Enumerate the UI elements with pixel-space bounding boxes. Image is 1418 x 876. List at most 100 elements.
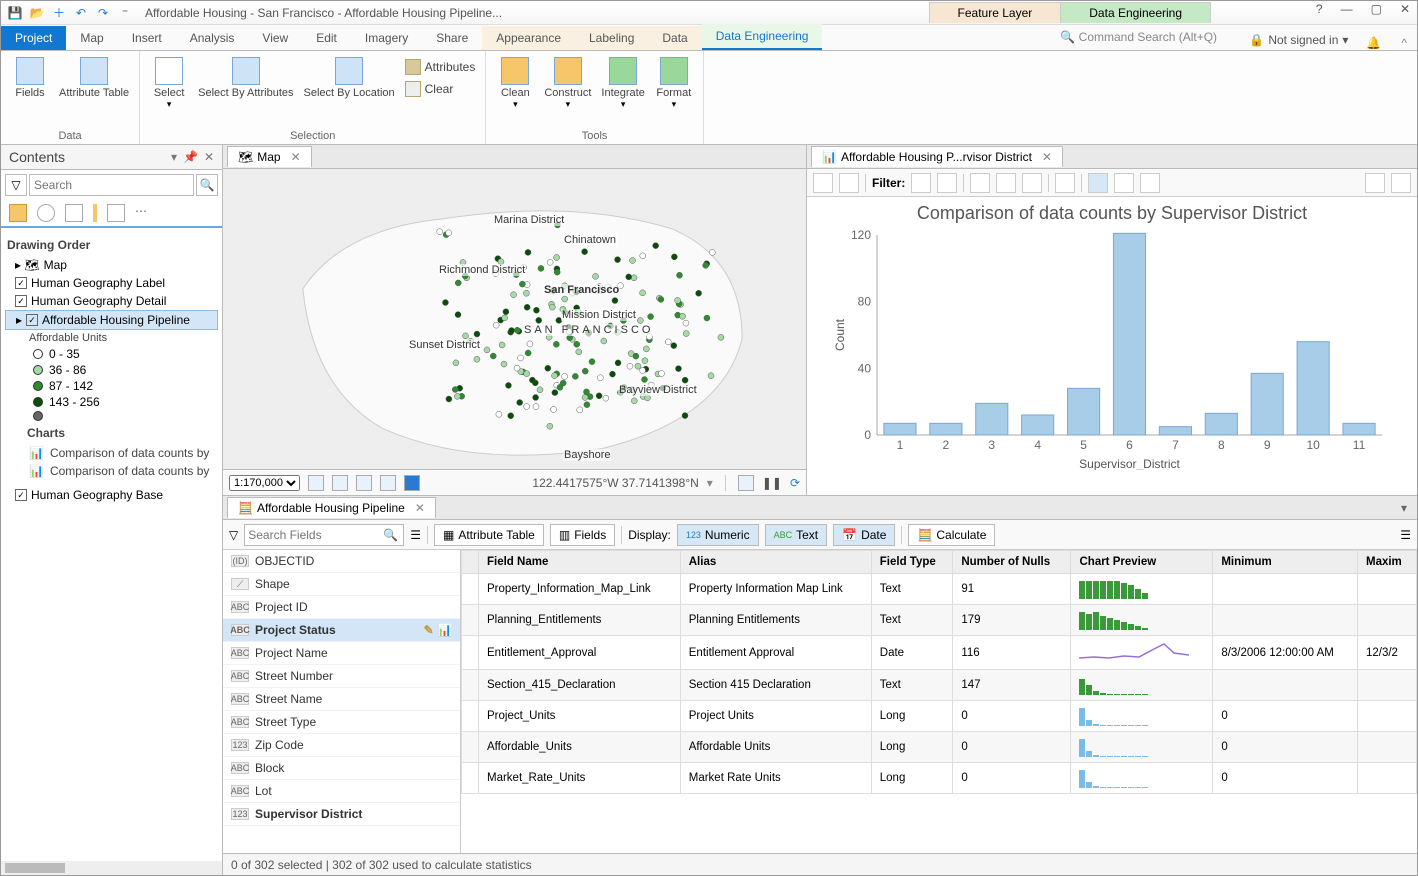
map-canvas[interactable]: Marina District Chinatown Richmond Distr…	[223, 169, 806, 469]
field-list-row[interactable]: ⟋Shape	[223, 573, 460, 596]
tb-icon[interactable]	[1022, 173, 1042, 193]
map-scale-select[interactable]: 1:170,000	[229, 475, 300, 491]
de-menu-icon[interactable]: ▾	[1395, 501, 1413, 515]
full-extent-icon[interactable]	[1140, 173, 1160, 193]
minimize-icon[interactable]: —	[1341, 2, 1353, 16]
field-list-row[interactable]: ABCProject ID	[223, 596, 460, 619]
select-by-attributes-button[interactable]: Select By Attributes	[196, 55, 295, 128]
list-by-source-icon[interactable]	[37, 204, 55, 222]
select-by-location-button[interactable]: Select By Location	[302, 55, 397, 128]
open-icon[interactable]: 📂	[29, 5, 45, 21]
clear-button[interactable]: Clear	[403, 79, 478, 99]
column-header[interactable]: Maxim	[1357, 551, 1416, 574]
column-header[interactable]: Field Name	[479, 551, 681, 574]
export-icon[interactable]	[813, 173, 833, 193]
toc-map[interactable]: ▸ 🗺 Map	[5, 256, 218, 274]
toc-layer[interactable]: ✓Human Geography Detail	[5, 292, 218, 310]
snap-icon[interactable]	[738, 475, 754, 491]
list-by-selection-icon[interactable]	[65, 204, 83, 222]
pin-icon[interactable]: 📌	[183, 150, 198, 164]
table-row[interactable]: Property_Information_Map_LinkProperty In…	[462, 574, 1417, 605]
more-icon[interactable]: ⋯	[135, 204, 147, 222]
table-row[interactable]: Planning_EntitlementsPlanning Entitlemen…	[462, 605, 1417, 636]
calculate-button[interactable]: 🧮 Calculate	[908, 524, 995, 546]
field-list-row[interactable]: ABCLot	[223, 780, 460, 803]
select-tool-icon[interactable]	[1088, 173, 1108, 193]
filter-selection-icon[interactable]	[937, 173, 957, 193]
tab-map[interactable]: Map	[66, 26, 117, 50]
tb-icon[interactable]	[1055, 173, 1075, 193]
field-list-row[interactable]: ABCStreet Type	[223, 711, 460, 734]
contents-search-input[interactable]	[29, 174, 194, 196]
text-toggle[interactable]: ABCText	[765, 524, 828, 546]
pause-icon[interactable]: ❚❚	[762, 476, 782, 490]
field-list-row[interactable]: ABCStreet Number	[223, 665, 460, 688]
ribbon-collapse-icon[interactable]: ^	[1391, 36, 1417, 50]
close-tab-icon[interactable]: ✕	[291, 150, 301, 164]
field-list-row[interactable]: 123Supervisor District	[223, 803, 460, 826]
dropdown-icon[interactable]: ▾	[171, 150, 177, 164]
chart-item[interactable]: 📊Comparison of data counts by	[5, 462, 218, 480]
contents-hscroll[interactable]	[1, 861, 222, 875]
close-pane-icon[interactable]: ✕	[204, 150, 214, 164]
construct-button[interactable]: Construct▾	[542, 55, 593, 128]
fields-button[interactable]: Fields	[9, 55, 51, 128]
search-fields-input[interactable]	[244, 524, 404, 546]
close-tab-icon[interactable]: ✕	[415, 501, 425, 515]
column-header[interactable]: Number of Nulls	[953, 551, 1071, 574]
tb-icon[interactable]	[970, 173, 990, 193]
chart-item[interactable]: 📊Comparison of data counts by	[5, 444, 218, 462]
field-list-row[interactable]: ABCBlock	[223, 757, 460, 780]
new-icon[interactable]: ＋	[51, 5, 67, 21]
table-row[interactable]: Market_Rate_UnitsMarket Rate UnitsLong00	[462, 763, 1417, 794]
nav-icon[interactable]	[380, 475, 396, 491]
column-header[interactable]: Alias	[680, 551, 871, 574]
list-by-editing-icon[interactable]	[93, 204, 97, 222]
toc-layer[interactable]: ✓Human Geography Label	[5, 274, 218, 292]
chart-view-tab[interactable]: 📊 Affordable Housing P...rvisor District…	[811, 146, 1063, 167]
table-row[interactable]: Entitlement_ApprovalEntitlement Approval…	[462, 636, 1417, 670]
close-icon[interactable]: ✕	[1400, 2, 1410, 16]
refresh-icon[interactable]: ⟳	[790, 476, 800, 490]
tab-view[interactable]: View	[248, 26, 302, 50]
tab-analysis[interactable]: Analysis	[176, 26, 249, 50]
tab-labeling[interactable]: Labeling	[575, 26, 648, 50]
column-header[interactable]: Field Type	[871, 551, 953, 574]
nav-icon[interactable]	[332, 475, 348, 491]
filter-icon[interactable]: ▽	[5, 174, 27, 196]
field-list-row[interactable]: 123Zip Code	[223, 734, 460, 757]
de-view-tab[interactable]: 🧮 Affordable Housing Pipeline✕	[227, 497, 436, 518]
numeric-toggle[interactable]: 123Numeric	[677, 524, 759, 546]
attributes-button[interactable]: Attributes	[403, 57, 478, 77]
select-button[interactable]: Select▾	[148, 55, 190, 128]
list-by-drawing-order-icon[interactable]	[9, 204, 27, 222]
field-list-row[interactable]: ABCProject Name	[223, 642, 460, 665]
maximize-icon[interactable]: ▢	[1371, 2, 1382, 16]
tab-data-engineering[interactable]: Data Engineering	[702, 24, 823, 50]
table-row[interactable]: Affordable_UnitsAffordable UnitsLong00	[462, 732, 1417, 763]
filter-icon[interactable]: ▽	[229, 528, 238, 542]
clean-button[interactable]: Clean▾	[494, 55, 536, 128]
properties-icon[interactable]	[1391, 173, 1411, 193]
integrate-button[interactable]: Integrate▾	[599, 55, 646, 128]
field-list-row[interactable]: ABCProject Status✎ 📊	[223, 619, 460, 642]
menu-icon[interactable]: ☰	[410, 528, 421, 542]
context-tab-data-eng[interactable]: Data Engineering	[1060, 2, 1211, 23]
search-icon[interactable]: 🔍	[196, 174, 218, 196]
tab-data[interactable]: Data	[648, 26, 701, 50]
notifications-icon[interactable]: 🔔	[1356, 36, 1391, 50]
fields-button[interactable]: ▥ Fields	[550, 524, 615, 546]
toc-basemap[interactable]: ✓Human Geography Base	[5, 486, 218, 504]
table-row[interactable]: Section_415_DeclarationSection 415 Decla…	[462, 670, 1417, 701]
attribute-table-button[interactable]: ▦ Attribute Table	[434, 524, 544, 546]
nav-icon[interactable]	[308, 475, 324, 491]
context-tab-feature[interactable]: Feature Layer	[929, 2, 1062, 23]
chart-type-icon[interactable]	[839, 173, 859, 193]
tab-imagery[interactable]: Imagery	[351, 26, 422, 50]
undo-icon[interactable]: ↶	[73, 5, 89, 21]
close-tab-icon[interactable]: ✕	[1042, 150, 1052, 164]
redo-icon[interactable]: ↷	[95, 5, 111, 21]
tab-share[interactable]: Share	[422, 26, 482, 50]
save-icon[interactable]: 💾	[7, 5, 23, 21]
qat-dropdown-icon[interactable]: ⁼	[117, 5, 133, 21]
